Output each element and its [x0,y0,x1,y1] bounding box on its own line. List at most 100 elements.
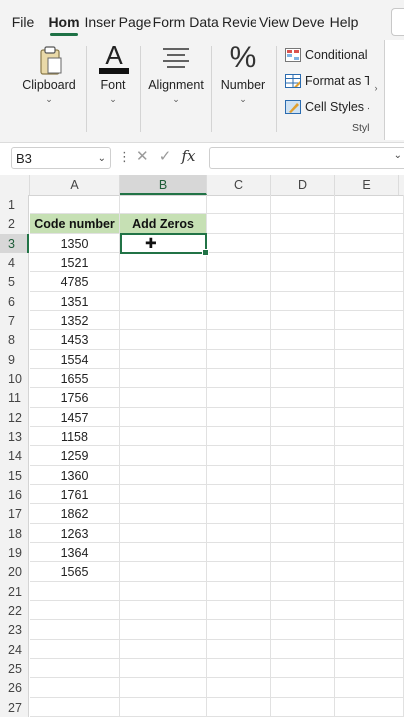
row-header[interactable]: 15 [0,465,29,485]
cell[interactable] [207,233,271,253]
cell[interactable] [335,504,404,524]
cell[interactable] [335,658,404,679]
cell[interactable] [207,562,271,582]
ribbon-overflow[interactable] [384,40,404,140]
cell[interactable] [271,330,335,350]
cell[interactable] [120,330,207,350]
column-header-b[interactable]: B [120,175,207,195]
cell[interactable] [207,214,271,234]
row-header[interactable]: 12 [0,407,29,427]
cell[interactable] [335,697,404,717]
cell[interactable] [335,310,404,331]
cell[interactable] [271,368,335,389]
row-header[interactable]: 3 [0,233,29,253]
code-number-cell[interactable]: 1655 [30,368,120,389]
cell[interactable] [335,581,404,601]
code-number-cell[interactable]: 1364 [30,542,120,563]
code-number-cell[interactable]: 1352 [30,310,120,331]
cell[interactable] [335,484,404,505]
cell[interactable] [271,639,335,659]
cell[interactable] [335,639,404,659]
code-number-cell[interactable]: 1761 [30,484,120,505]
cell[interactable] [207,446,271,466]
code-number-cell[interactable]: 1453 [30,330,120,350]
column-header-d[interactable]: D [271,175,335,195]
cell[interactable] [207,581,271,601]
column-header-a[interactable]: A [30,175,120,195]
cell[interactable] [207,697,271,717]
cell[interactable] [207,252,271,273]
row-header[interactable]: 24 [0,639,29,659]
row-header[interactable]: 21 [0,581,29,601]
code-number-cell[interactable]: 1360 [30,465,120,485]
cell[interactable] [207,195,271,215]
row-header[interactable]: 1 [0,195,29,215]
cell[interactable] [120,581,207,601]
code-number-cell[interactable]: 1565 [30,562,120,582]
cell[interactable] [207,368,271,389]
tab-insert[interactable]: Inser [82,0,118,40]
cell[interactable] [30,195,120,215]
cell[interactable] [271,697,335,717]
cell[interactable] [271,504,335,524]
cell[interactable] [271,195,335,215]
column-header-e[interactable]: E [335,175,399,195]
cell[interactable] [271,349,335,369]
cell[interactable] [120,620,207,640]
cell[interactable] [207,272,271,292]
cell[interactable] [335,620,404,640]
cell[interactable] [120,368,207,389]
code-number-cell[interactable]: 1263 [30,523,120,543]
cell[interactable] [207,310,271,331]
cell[interactable] [120,542,207,563]
cell[interactable] [120,349,207,369]
cell[interactable] [271,214,335,234]
cell[interactable] [271,678,335,698]
cell[interactable] [271,562,335,582]
cell[interactable] [335,272,404,292]
cell[interactable] [120,407,207,427]
cell[interactable] [207,678,271,698]
row-header[interactable]: 2 [0,214,29,234]
number-group[interactable]: % Number ⌄ [214,40,272,136]
row-header[interactable]: 26 [0,678,29,698]
cell[interactable] [335,252,404,273]
cell[interactable] [271,310,335,331]
cell[interactable] [120,291,207,311]
cell[interactable] [120,484,207,505]
cell[interactable] [207,291,271,311]
cell[interactable] [120,233,207,253]
header-cell-add-zeros[interactable]: Add Zeros [120,214,207,234]
cell[interactable] [30,581,120,601]
cell[interactable] [207,542,271,563]
cell[interactable] [271,658,335,679]
conditional-formatting-button[interactable]: Conditional [285,42,369,68]
row-header[interactable]: 22 [0,600,29,621]
cell[interactable] [207,349,271,369]
cell[interactable] [271,407,335,427]
cell[interactable] [335,368,404,389]
cell[interactable] [335,426,404,447]
cancel-icon[interactable]: ✕ [136,148,149,165]
code-number-cell[interactable]: 1457 [30,407,120,427]
cell[interactable] [120,658,207,679]
cell[interactable] [30,639,120,659]
row-header[interactable]: 18 [0,523,29,543]
cell[interactable] [271,484,335,505]
cell[interactable] [271,252,335,273]
row-header[interactable]: 10 [0,368,29,389]
cell[interactable] [207,426,271,447]
share-button[interactable] [391,8,404,36]
code-number-cell[interactable]: 1259 [30,446,120,466]
cell[interactable] [271,465,335,485]
row-header[interactable]: 7 [0,310,29,331]
row-header[interactable]: 14 [0,446,29,466]
cell[interactable] [335,407,404,427]
cell[interactable] [335,465,404,485]
row-header[interactable]: 20 [0,562,29,582]
cell[interactable] [271,446,335,466]
row-header[interactable]: 27 [0,697,29,717]
cell[interactable] [120,678,207,698]
format-as-table-button[interactable]: Format as T [285,68,369,94]
cell[interactable] [271,426,335,447]
